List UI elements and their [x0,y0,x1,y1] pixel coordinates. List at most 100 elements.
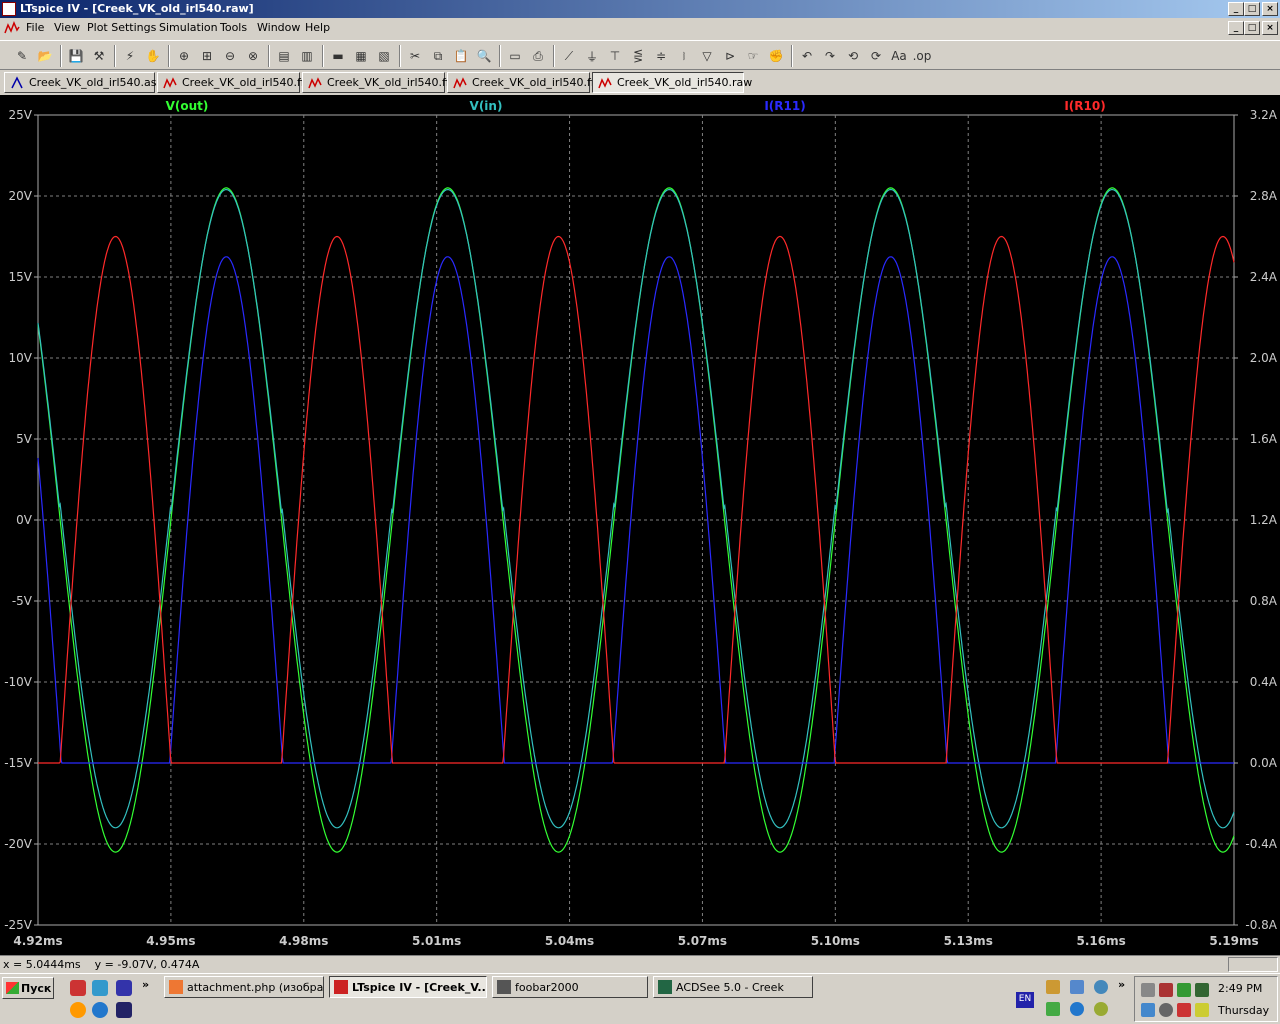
resistor-icon[interactable]: ⋚ [628,46,648,66]
tray-h-icon[interactable] [1177,983,1191,997]
doc-close-button[interactable]: × [1262,21,1278,35]
tile-horizontal-icon[interactable]: ▬ [328,46,348,66]
copy-icon[interactable]: ⧉ [428,46,448,66]
tray-shield-icon[interactable] [1141,983,1155,997]
tray-v-icon[interactable] [1177,1003,1191,1017]
tab-3[interactable]: Creek_VK_old_irl540.fft [447,72,599,93]
menu-window[interactable]: Window [257,21,300,34]
tray-recycle-icon[interactable] [1046,1002,1060,1016]
new-schematic-icon[interactable]: ✎ [12,46,32,66]
tile-vertical-icon[interactable]: ▧ [374,46,394,66]
tray-ie-icon[interactable] [1070,1002,1084,1016]
taskbar-button-1[interactable]: LTspice IV - [Creek_V... [329,976,487,998]
tray-display-icon[interactable] [1141,1003,1155,1017]
save-icon[interactable]: 💾 [66,46,86,66]
drag-icon[interactable]: ✊ [766,46,786,66]
mirror-icon[interactable]: ⟳ [866,46,886,66]
redo-icon[interactable]: ↷ [820,46,840,66]
y-left-tick-label: -15V [4,756,33,770]
paste-icon[interactable]: 📋 [451,46,471,66]
wire-icon[interactable]: ⟋ [559,46,579,66]
tray-app-icon[interactable] [1094,1002,1108,1016]
component-icon[interactable]: ⊳ [720,46,740,66]
cascade-icon[interactable]: ▦ [351,46,371,66]
taskbar-button-0[interactable]: attachment.php (изобра... [164,976,324,998]
inductor-icon[interactable]: ⧘ [674,46,694,66]
cut-icon[interactable]: ✂ [405,46,425,66]
print-preview-icon[interactable]: ▭ [505,46,525,66]
tray-more-icon[interactable]: » [1118,978,1125,991]
menu-help[interactable]: Help [305,21,330,34]
explorer-icon[interactable] [92,980,108,996]
run-icon[interactable]: ⚡ [120,46,140,66]
y-left-tick-label: -10V [4,675,33,689]
zoom-in-icon[interactable]: ⊕ [174,46,194,66]
waveform-icon [598,77,612,89]
menu-view[interactable]: View [54,21,80,34]
maximize-button[interactable]: □ [1244,2,1260,16]
find-icon[interactable]: 🔍 [474,46,494,66]
minimize-button[interactable]: _ [1228,2,1244,16]
autorange-icon[interactable]: ▤ [274,46,294,66]
legend-ir10[interactable]: I(R10) [1064,99,1105,113]
tab-2[interactable]: Creek_VK_old_irl540.fft [302,72,454,93]
close-button[interactable]: × [1262,2,1278,16]
control-panel-icon[interactable]: ⚒ [89,46,109,66]
diode-icon[interactable]: ▽ [697,46,717,66]
rotate-icon[interactable]: ⟲ [843,46,863,66]
spice-directive-icon[interactable]: .op [912,46,932,66]
messenger-icon[interactable] [70,1002,86,1018]
tab-0[interactable]: Creek_VK_old_irl540.asc [4,72,163,93]
doc-minimize-button[interactable]: _ [1228,21,1244,35]
capacitor-icon[interactable]: ≑ [651,46,671,66]
text-icon[interactable]: Aa [889,46,909,66]
waveform-icon[interactable] [4,21,20,35]
tray-folder-icon[interactable] [1046,980,1060,994]
ground-icon[interactable]: ⏚ [582,46,602,66]
tray-sound-icon[interactable] [1159,1003,1173,1017]
zoom-cancel-icon[interactable]: ⊗ [243,46,263,66]
print-icon[interactable]: ⎙ [528,46,548,66]
doc-restore-button[interactable]: □ [1244,21,1260,35]
clock-time[interactable]: 2:49 PM [1218,982,1262,995]
label-icon[interactable]: ⊤ [605,46,625,66]
tab-1[interactable]: Creek_VK_old_irl540.fft [157,72,309,93]
vertical-autorange-icon[interactable]: ▥ [297,46,317,66]
series-trace-ir11[interactable] [37,256,1234,764]
legend-vout[interactable]: V(out) [166,99,209,113]
series-trace-ir10[interactable] [38,235,1235,764]
undo-icon[interactable]: ↶ [797,46,817,66]
acrobat-icon[interactable] [70,980,86,996]
tray-globe-icon[interactable] [1094,980,1108,994]
tray-antivirus-icon[interactable] [1159,983,1173,997]
y-left-tick-label: 5V [16,432,33,446]
menu-plot-settings[interactable]: Plot Settings [87,21,156,34]
plot-svg[interactable]: 4.92ms 4.95ms 4.98ms 5.01ms 5.04ms 5.07ms 5.10… [0,95,1280,955]
ltspice-app-icon[interactable] [2,2,16,16]
tab-4[interactable]: Creek_VK_old_irl540.raw [592,72,752,93]
quicklaunch-more-icon[interactable]: » [142,978,149,991]
legend-ir11[interactable]: I(R11) [764,99,805,113]
menu-file[interactable]: File [26,21,44,34]
language-indicator[interactable]: EN [1016,992,1034,1008]
start-button[interactable]: Пуск [2,977,54,999]
vpn-icon[interactable] [116,980,132,996]
tab-label: Creek_VK_old_irl540.fft [472,76,599,89]
toolbar-separator [60,45,62,67]
ie-icon[interactable] [92,1002,108,1018]
waveform-plot[interactable]: 4.92ms 4.95ms 4.98ms 5.01ms 5.04ms 5.07ms 5.10… [0,95,1280,955]
tray-network-icon[interactable] [1070,980,1084,994]
halt-icon[interactable]: ✋ [143,46,163,66]
network-icon[interactable] [116,1002,132,1018]
zoom-out-icon[interactable]: ⊖ [220,46,240,66]
menu-tools[interactable]: Tools [220,21,247,34]
tray-power-icon[interactable] [1195,1003,1209,1017]
zoom-box-icon[interactable]: ⊞ [197,46,217,66]
taskbar-button-2[interactable]: foobar2000 [492,976,648,998]
menu-simulation[interactable]: Simulation [159,21,218,34]
legend-vin[interactable]: V(in) [470,99,503,113]
move-icon[interactable]: ☞ [743,46,763,66]
taskbar-button-3[interactable]: ACDSee 5.0 - Creek [653,976,813,998]
tray-square-icon[interactable] [1195,983,1209,997]
open-icon[interactable]: 📂 [35,46,55,66]
